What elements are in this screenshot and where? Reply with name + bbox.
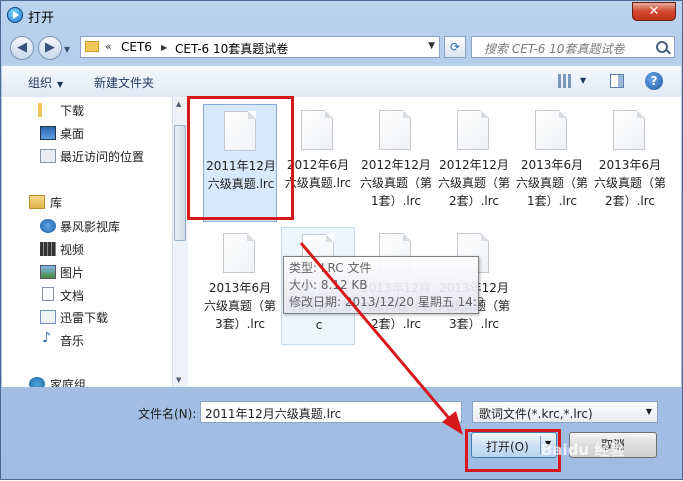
lrc-file-icon [613, 110, 645, 150]
lrc-file-icon [301, 110, 333, 150]
breadcrumb-cet6[interactable]: CET6 [121, 40, 152, 54]
lrc-file-icon [223, 233, 255, 273]
sidebar-item-music[interactable]: 音乐 [60, 332, 84, 349]
search-input[interactable]: 搜索 CET-6 10套真题试卷 [471, 36, 675, 58]
sidebar-item-recent[interactable]: 最近访问的位置 [60, 148, 144, 165]
file-type-value: 歌词文件(*.krc,*.lrc) [479, 407, 593, 421]
video-icon [40, 242, 56, 256]
tooltip-size: 大小: 8.12 KB [289, 278, 368, 292]
sidebar-item-libraries[interactable]: 库 [50, 194, 62, 211]
sidebar-item-homegroup[interactable]: 家庭组 [50, 376, 86, 387]
sidebar-item-videos[interactable]: 视频 [60, 241, 84, 258]
window-title: 打开 [28, 11, 55, 26]
folder-icon [85, 41, 99, 52]
file-item[interactable]: 2012年12月六级真题（第2套）.lrc [437, 104, 511, 222]
music-icon: ♪ [42, 330, 51, 346]
scroll-thumb[interactable] [174, 125, 186, 241]
address-bar[interactable]: « CET6 ▶ CET-6 10套真题试卷 ▼ [80, 36, 440, 58]
breadcrumb-overflow[interactable]: « [105, 40, 112, 53]
preview-pane-icon[interactable] [610, 74, 624, 88]
view-options-icon[interactable] [558, 74, 572, 88]
sidebar-item-desktop[interactable]: 桌面 [60, 125, 84, 142]
scroll-down-icon[interactable]: ▼ [176, 376, 181, 384]
highlight-box-selected-file [187, 96, 294, 220]
file-item[interactable]: 2013年6月六级真题（第2套）.lrc [593, 104, 667, 222]
app-icon [7, 7, 23, 23]
pictures-icon [40, 265, 56, 279]
file-name: 2012年12月六级真题（第2套）.lrc [437, 158, 510, 208]
file-item[interactable]: 2013年6月六级真题（第3套）.lrc [203, 227, 277, 345]
baidu-jingyan-watermark: Baidu 经验 [541, 441, 625, 459]
file-name: 2013年6月六级真题（第1套）.lrc [515, 158, 588, 208]
forward-button[interactable]: ▶ [38, 36, 62, 60]
filename-input[interactable]: 2011年12月六级真题.lrc [200, 401, 462, 423]
organize-button[interactable]: 组织 ▼ [28, 74, 63, 91]
file-type-select[interactable]: 歌词文件(*.krc,*.lrc) ▼ [472, 401, 658, 423]
search-icon [656, 41, 668, 53]
sidebar-item-documents[interactable]: 文档 [60, 287, 84, 304]
file-item[interactable]: 2012年12月六级真题（第1套）.lrc [359, 104, 433, 222]
dialog-footer: 文件名(N): 2011年12月六级真题.lrc 歌词文件(*.krc,*.lr… [2, 388, 681, 480]
title-bar: 打开 ✕ [1, 1, 682, 29]
desktop-icon [40, 126, 56, 140]
address-dropdown-icon[interactable]: ▼ [428, 41, 435, 51]
tooltip-type: 类型: LRC 文件 [289, 261, 372, 275]
help-icon[interactable]: ? [645, 72, 663, 90]
sidebar-item-pictures[interactable]: 图片 [60, 264, 84, 281]
documents-icon [42, 287, 54, 301]
back-button[interactable]: ◀ [10, 36, 34, 60]
navigation-bar: ◀ ▶ ▼ « CET6 ▶ CET-6 10套真题试卷 ▼ ⟳ 搜索 CET-… [1, 30, 682, 64]
new-folder-button[interactable]: 新建文件夹 [94, 74, 154, 91]
libraries-icon [29, 195, 45, 209]
homegroup-icon [29, 377, 45, 387]
close-button[interactable]: ✕ [632, 2, 676, 21]
open-file-dialog: 打开 ✕ ◀ ▶ ▼ « CET6 ▶ CET-6 10套真题试卷 ▼ ⟳ 搜索… [0, 0, 683, 480]
arrow-left-icon: ◀ [17, 40, 27, 55]
refresh-icon: ⟳ [449, 40, 461, 54]
sidebar-scrollbar[interactable]: ▲ ▼ [172, 97, 188, 387]
lrc-file-icon [379, 110, 411, 150]
breadcrumb-current-folder[interactable]: CET-6 10套真题试卷 [175, 40, 288, 57]
downloads-icon [38, 103, 42, 117]
organize-label: 组织 [28, 76, 53, 90]
file-item[interactable]: 2013年6月六级真题（第1套）.lrc [515, 104, 589, 222]
baofeng-library-icon [40, 219, 56, 233]
recent-pages-dropdown[interactable]: ▼ [64, 45, 70, 54]
breadcrumb-separator[interactable]: ▶ [161, 43, 167, 52]
file-name: 2013年6月六级真题（第2套）.lrc [593, 158, 666, 208]
sidebar-item-baofeng[interactable]: 暴风影视库 [60, 218, 120, 235]
command-toolbar: 组织 ▼ 新建文件夹 ▼ ? [2, 65, 681, 98]
navigation-pane: 下载 桌面 最近访问的位置 库 暴风影视库 视频 图片 文档 迅雷下载 ♪ 音乐… [2, 97, 172, 387]
thunder-download-icon [40, 310, 56, 324]
lrc-file-icon [457, 110, 489, 150]
chevron-down-icon: ▼ [645, 407, 652, 416]
filename-label: 文件名(N): [138, 407, 197, 421]
chevron-down-icon: ▼ [57, 80, 64, 89]
refresh-button[interactable]: ⟳ [444, 36, 466, 58]
recent-places-icon [40, 149, 56, 163]
scroll-up-icon[interactable]: ▲ [176, 100, 181, 108]
file-info-tooltip: 类型: LRC 文件 大小: 8.12 KB 修改日期: 2013/12/20 … [283, 256, 485, 314]
sidebar-item-thunder[interactable]: 迅雷下载 [60, 309, 108, 326]
sidebar-item-downloads[interactable]: 下载 [60, 102, 84, 119]
file-name: 2013年6月六级真题（第3套）.lrc [203, 281, 276, 331]
view-dropdown-icon[interactable]: ▼ [580, 76, 586, 85]
arrow-right-icon: ▶ [45, 40, 55, 55]
tooltip-date: 修改日期: 2013/12/20 星期五 14:2 [289, 295, 485, 309]
lrc-file-icon [535, 110, 567, 150]
file-name: 2012年12月六级真题（第1套）.lrc [359, 158, 432, 208]
search-placeholder: 搜索 CET-6 10套真题试卷 [484, 42, 625, 56]
